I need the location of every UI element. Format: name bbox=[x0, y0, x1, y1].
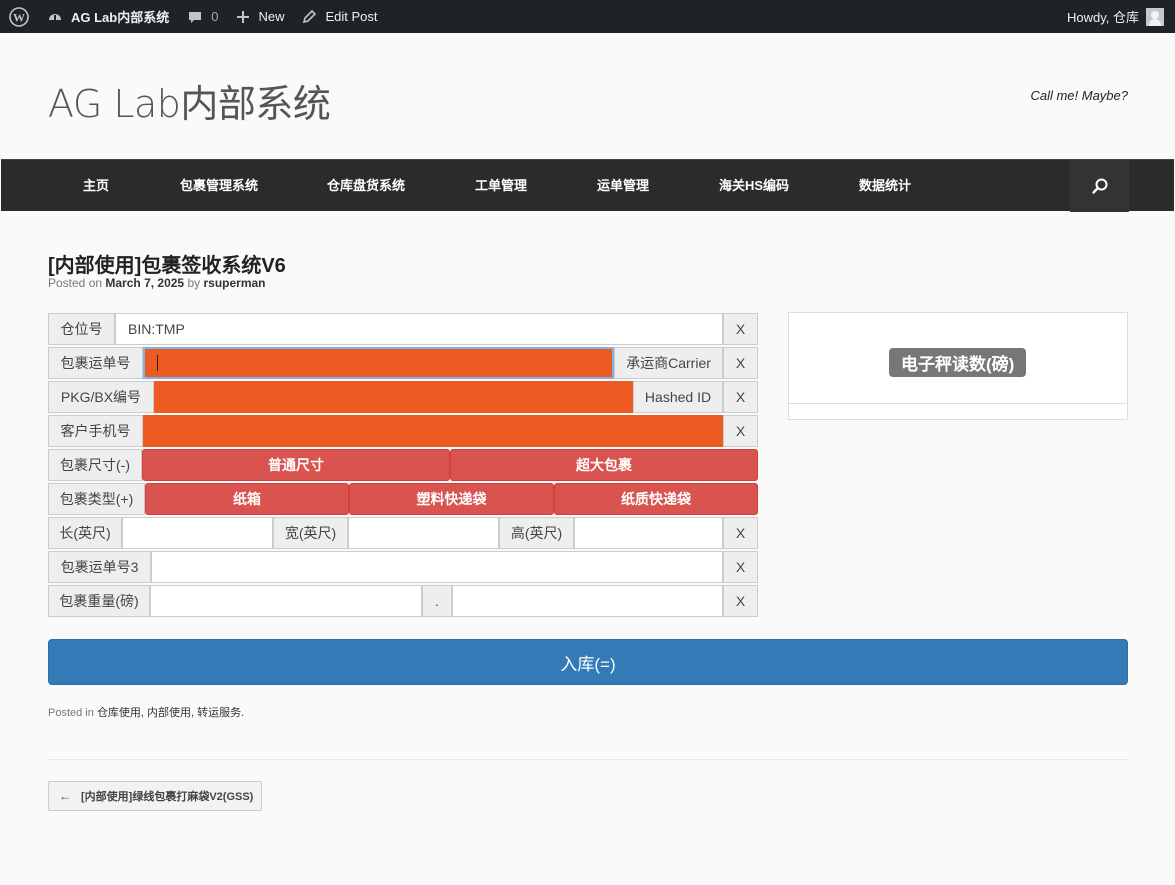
type-box-button[interactable]: 纸箱 bbox=[145, 483, 349, 515]
tracking-input[interactable] bbox=[143, 347, 614, 379]
nav-item-statistics[interactable]: 数据统计 bbox=[859, 160, 911, 212]
weight-integer-input[interactable] bbox=[150, 585, 422, 617]
nav-item-home[interactable]: 主页 bbox=[83, 160, 109, 212]
avatar bbox=[1146, 7, 1164, 26]
post-date[interactable]: March 7, 2025 bbox=[105, 276, 184, 290]
pencil-icon bbox=[303, 9, 317, 24]
width-label: 宽(英尺) bbox=[273, 517, 348, 549]
length-label: 长(英尺) bbox=[48, 517, 122, 549]
left-arrow-icon: ← bbox=[59, 789, 71, 803]
tracking3-clear-button[interactable]: X bbox=[723, 551, 758, 583]
weight-label: 包裹重量(磅) bbox=[48, 585, 150, 617]
main-navigation: 主页 包裹管理系统 仓库盘货系统 工单管理 运单管理 海关HS编码 数据统计 bbox=[1, 159, 1174, 212]
tracking-row: 包裹运单号 承运商Carrier X bbox=[48, 347, 758, 379]
phone-clear-button[interactable]: X bbox=[723, 415, 758, 447]
size-normal-button[interactable]: 普通尺寸 bbox=[142, 449, 450, 481]
new-label: New bbox=[258, 9, 285, 24]
post-meta: Posted on March 7, 2025 by rsuperman bbox=[48, 276, 266, 290]
my-account[interactable]: Howdy, 仓库 bbox=[1067, 7, 1175, 26]
posted-on-label: Posted on bbox=[48, 276, 103, 290]
height-input[interactable] bbox=[574, 517, 723, 549]
plus-icon bbox=[237, 10, 250, 23]
bin-row: 仓位号 BIN:TMP X bbox=[48, 313, 758, 345]
previous-post-button[interactable]: ← [内部使用]绿线包裹打麻袋V2(GSS) bbox=[48, 781, 262, 811]
comments-count: 0 bbox=[211, 9, 219, 24]
posted-in-label: Posted in bbox=[48, 707, 94, 719]
hashed-id-label: Hashed ID bbox=[633, 381, 723, 413]
pkg-clear-button[interactable]: X bbox=[723, 381, 758, 413]
scale-divider bbox=[789, 403, 1127, 404]
tracking-clear-button[interactable]: X bbox=[723, 347, 758, 379]
nav-item-work-orders[interactable]: 工单管理 bbox=[475, 160, 527, 212]
tracking3-row: 包裹运单号3 X bbox=[48, 551, 758, 583]
tracking3-input[interactable] bbox=[151, 551, 723, 583]
nav-item-warehouse-inventory[interactable]: 仓库盘货系统 bbox=[327, 160, 405, 212]
edit-post-label: Edit Post bbox=[325, 9, 378, 24]
check-in-button[interactable]: 入库(=) bbox=[48, 639, 1128, 685]
width-input[interactable] bbox=[348, 517, 499, 549]
type-paper-bag-button[interactable]: 纸质快递袋 bbox=[554, 483, 758, 515]
phone-input[interactable] bbox=[143, 415, 723, 447]
nav-item-package-management[interactable]: 包裹管理系统 bbox=[180, 160, 258, 212]
length-input[interactable] bbox=[122, 517, 273, 549]
tracking-label: 包裹运单号 bbox=[48, 347, 143, 379]
site-tagline: Call me! Maybe? bbox=[1030, 88, 1128, 103]
scale-reading-badge: 电子秤读数(磅) bbox=[889, 348, 1027, 377]
post-divider bbox=[48, 759, 1128, 760]
search-icon bbox=[1091, 178, 1107, 194]
weight-decimal-input[interactable] bbox=[452, 585, 723, 617]
post-categories: Posted in 仓库使用, 内部使用, 转运服务. bbox=[48, 704, 244, 720]
search-toggle[interactable] bbox=[1070, 160, 1129, 212]
bin-input[interactable]: BIN:TMP bbox=[115, 313, 723, 345]
wordpress-logo-icon[interactable]: W bbox=[0, 0, 38, 33]
bin-clear-button[interactable]: X bbox=[723, 313, 758, 345]
size-row: 包裹尺寸(-) 普通尺寸 超大包裹 bbox=[48, 449, 758, 481]
edit-post-link[interactable]: Edit Post bbox=[293, 0, 386, 33]
nav-item-waybills[interactable]: 运单管理 bbox=[597, 160, 649, 212]
nav-item-hs-codes[interactable]: 海关HS编码 bbox=[719, 160, 789, 212]
pkg-input[interactable] bbox=[154, 381, 633, 413]
weight-row: 包裹重量(磅) . X bbox=[48, 585, 758, 617]
site-name-label: AG Lab内部系统 bbox=[71, 10, 170, 25]
dimensions-row: 长(英尺) 宽(英尺) 高(英尺) X bbox=[48, 517, 758, 549]
carrier-label: 承运商Carrier bbox=[614, 347, 723, 379]
size-label: 包裹尺寸(-) bbox=[48, 449, 142, 481]
type-label: 包裹类型(+) bbox=[48, 483, 145, 515]
phone-label: 客户手机号 bbox=[48, 415, 143, 447]
type-row: 包裹类型(+) 纸箱 塑料快递袋 纸质快递袋 bbox=[48, 483, 758, 515]
pkg-label: PKG/BX编号 bbox=[48, 381, 154, 413]
post-title: [内部使用]包裹签收系统V6 bbox=[48, 255, 286, 277]
scale-panel: 电子秤读数(磅) bbox=[788, 312, 1128, 420]
decimal-separator: . bbox=[422, 585, 452, 617]
weight-clear-button[interactable]: X bbox=[723, 585, 758, 617]
dimensions-clear-button[interactable]: X bbox=[723, 517, 758, 549]
bin-label: 仓位号 bbox=[48, 313, 115, 345]
post-author[interactable]: rsuperman bbox=[203, 276, 265, 290]
site-name-link[interactable]: AG Lab内部系统 bbox=[38, 0, 178, 33]
tracking3-label: 包裹运单号3 bbox=[48, 551, 151, 583]
comment-icon bbox=[189, 11, 202, 23]
phone-row: 客户手机号 X bbox=[48, 415, 758, 447]
by-label: by bbox=[187, 276, 201, 290]
svg-text:W: W bbox=[13, 10, 25, 24]
admin-bar: W AG Lab内部系统 0 New Edit Post Howdy, 仓库 bbox=[0, 0, 1175, 33]
dashboard-icon bbox=[49, 13, 61, 20]
howdy-text: Howdy, 仓库 bbox=[1067, 10, 1139, 25]
size-oversize-button[interactable]: 超大包裹 bbox=[450, 449, 758, 481]
pkg-row: PKG/BX编号 Hashed ID X bbox=[48, 381, 758, 413]
comments-link[interactable]: 0 bbox=[178, 0, 227, 33]
text-cursor bbox=[157, 355, 158, 371]
height-label: 高(英尺) bbox=[499, 517, 574, 549]
new-content-link[interactable]: New bbox=[227, 0, 293, 33]
category-links[interactable]: 仓库使用, 内部使用, 转运服务. bbox=[97, 707, 244, 719]
site-title[interactable]: AG Lab内部系统 bbox=[48, 73, 331, 128]
previous-post-title: [内部使用]绿线包裹打麻袋V2(GSS) bbox=[81, 791, 254, 803]
type-plastic-bag-button[interactable]: 塑料快递袋 bbox=[349, 483, 554, 515]
